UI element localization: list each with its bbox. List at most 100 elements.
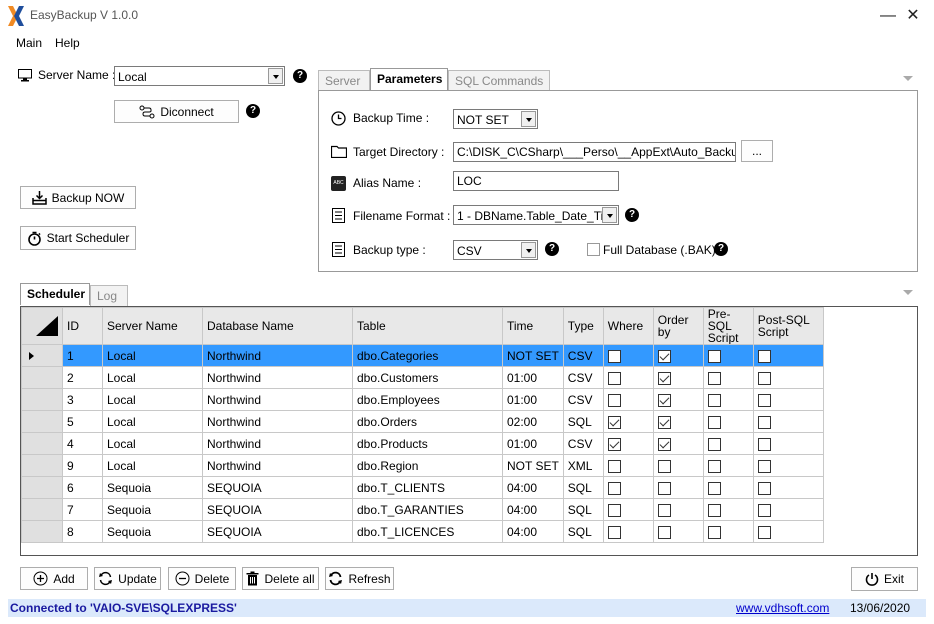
cell-table[interactable]: dbo.Products	[352, 432, 503, 455]
cell-database-name[interactable]: Northwind	[202, 432, 353, 455]
cell-type[interactable]: CSV	[562, 432, 604, 455]
cell-table[interactable]: dbo.Employees	[352, 388, 503, 411]
cell-id[interactable]: 8	[62, 520, 103, 543]
post-sql-checkbox[interactable]	[757, 393, 771, 407]
cell-database-name[interactable]: SEQUOIA	[202, 520, 353, 543]
cell-table[interactable]: dbo.Orders	[352, 410, 503, 433]
cell-id[interactable]: 9	[62, 454, 103, 477]
pre-sql-checkbox[interactable]	[707, 371, 721, 385]
table-row[interactable]: 1 Local Northwind dbo.Categories NOT SET CSV	[21, 344, 824, 367]
menu-main[interactable]: Main	[12, 36, 46, 50]
cell-type[interactable]: CSV	[562, 344, 604, 367]
alias-name-input[interactable]: LOC	[453, 171, 619, 191]
row-header[interactable]	[21, 388, 63, 411]
cell-database-name[interactable]: Northwind	[202, 454, 353, 477]
where-checkbox[interactable]	[607, 481, 621, 495]
post-sql-checkbox[interactable]	[757, 415, 771, 429]
cell-id[interactable]: 3	[62, 388, 103, 411]
chevron-down-icon[interactable]	[602, 207, 617, 223]
help-icon[interactable]: ?	[246, 104, 260, 118]
cell-time[interactable]: 04:00	[502, 520, 564, 543]
cell-server-name[interactable]: Sequoia	[102, 498, 203, 521]
cell-server-name[interactable]: Local	[102, 432, 203, 455]
row-header[interactable]	[21, 520, 63, 543]
row-header[interactable]	[21, 410, 63, 433]
website-link[interactable]: www.vdhsoft.com	[736, 601, 829, 615]
help-icon[interactable]: ?	[625, 208, 639, 222]
chevron-down-icon[interactable]	[521, 111, 536, 127]
backup-now-button[interactable]: Backup NOW	[20, 186, 136, 209]
column-header-where[interactable]: Where	[602, 307, 654, 345]
where-checkbox[interactable]	[607, 437, 621, 451]
disconnect-button[interactable]: Diconnect	[114, 100, 239, 123]
order-by-checkbox[interactable]	[657, 525, 671, 539]
cell-id[interactable]: 6	[62, 476, 103, 499]
column-header-server-name[interactable]: Server Name	[102, 307, 203, 345]
cell-server-name[interactable]: Local	[102, 388, 203, 411]
table-row[interactable]: 3 Local Northwind dbo.Employees 01:00 CSV	[21, 388, 824, 411]
filename-format-combo[interactable]: 1 - DBName.Table_Date_Time	[453, 205, 619, 225]
cell-type[interactable]: XML	[562, 454, 604, 477]
pre-sql-checkbox[interactable]	[707, 349, 721, 363]
exit-button[interactable]: Exit	[851, 567, 918, 591]
column-header-database-name[interactable]: Database Name	[202, 307, 353, 345]
cell-table[interactable]: dbo.Categories	[352, 344, 503, 367]
cell-database-name[interactable]: SEQUOIA	[202, 476, 353, 499]
table-row[interactable]: 6 Sequoia SEQUOIA dbo.T_CLIENTS 04:00 SQL	[21, 476, 824, 499]
target-directory-input[interactable]: C:\DISK_C\CSharp\___Perso\__AppExt\Auto_…	[453, 142, 736, 162]
order-by-checkbox[interactable]	[657, 371, 671, 385]
post-sql-checkbox[interactable]	[757, 349, 771, 363]
select-all-corner[interactable]	[21, 307, 63, 345]
where-checkbox[interactable]	[607, 415, 621, 429]
cell-id[interactable]: 1	[62, 344, 103, 367]
cell-time[interactable]: 04:00	[502, 476, 564, 499]
column-header-pre-sql[interactable]: Pre-SQL Script	[702, 307, 754, 345]
column-header-table[interactable]: Table	[352, 307, 503, 345]
pre-sql-checkbox[interactable]	[707, 437, 721, 451]
where-checkbox[interactable]	[607, 525, 621, 539]
where-checkbox[interactable]	[607, 503, 621, 517]
chevron-down-icon[interactable]	[521, 242, 536, 258]
tab-server[interactable]: Server	[318, 70, 370, 91]
cell-server-name[interactable]: Sequoia	[102, 476, 203, 499]
chevron-down-icon[interactable]	[268, 68, 283, 84]
post-sql-checkbox[interactable]	[757, 437, 771, 451]
start-scheduler-button[interactable]: Start Scheduler	[20, 226, 136, 250]
chevron-down-icon[interactable]	[903, 76, 913, 81]
cell-type[interactable]: CSV	[562, 366, 604, 389]
cell-type[interactable]: SQL	[562, 498, 604, 521]
order-by-checkbox[interactable]	[657, 459, 671, 473]
cell-type[interactable]: SQL	[562, 476, 604, 499]
help-icon[interactable]: ?	[714, 242, 728, 256]
add-button[interactable]: Add	[20, 567, 88, 590]
cell-table[interactable]: dbo.Customers	[352, 366, 503, 389]
cell-time[interactable]: 01:00	[502, 366, 564, 389]
column-header-id[interactable]: ID	[62, 307, 103, 345]
backup-time-combo[interactable]: NOT SET	[453, 109, 538, 129]
cell-table[interactable]: dbo.T_GARANTIES	[352, 498, 503, 521]
pre-sql-checkbox[interactable]	[707, 481, 721, 495]
cell-database-name[interactable]: SEQUOIA	[202, 498, 353, 521]
backup-type-combo[interactable]: CSV	[453, 240, 538, 260]
cell-id[interactable]: 2	[62, 366, 103, 389]
help-icon[interactable]: ?	[545, 242, 559, 256]
cell-server-name[interactable]: Sequoia	[102, 520, 203, 543]
refresh-button[interactable]: Refresh	[325, 567, 394, 590]
order-by-checkbox[interactable]	[657, 393, 671, 407]
cell-server-name[interactable]: Local	[102, 366, 203, 389]
order-by-checkbox[interactable]	[657, 481, 671, 495]
row-header[interactable]	[21, 454, 63, 477]
order-by-checkbox[interactable]	[657, 415, 671, 429]
cell-id[interactable]: 4	[62, 432, 103, 455]
browse-button[interactable]: ...	[741, 140, 773, 162]
cell-table[interactable]: dbo.T_LICENCES	[352, 520, 503, 543]
tab-log[interactable]: Log	[90, 285, 128, 306]
delete-all-button[interactable]: Delete all	[242, 567, 319, 590]
where-checkbox[interactable]	[607, 371, 621, 385]
server-name-combo[interactable]: Local	[114, 66, 285, 86]
cell-time[interactable]: 01:00	[502, 388, 564, 411]
column-header-type[interactable]: Type	[562, 307, 604, 345]
where-checkbox[interactable]	[607, 459, 621, 473]
cell-server-name[interactable]: Local	[102, 344, 203, 367]
table-row[interactable]: 5 Local Northwind dbo.Orders 02:00 SQL	[21, 410, 824, 433]
